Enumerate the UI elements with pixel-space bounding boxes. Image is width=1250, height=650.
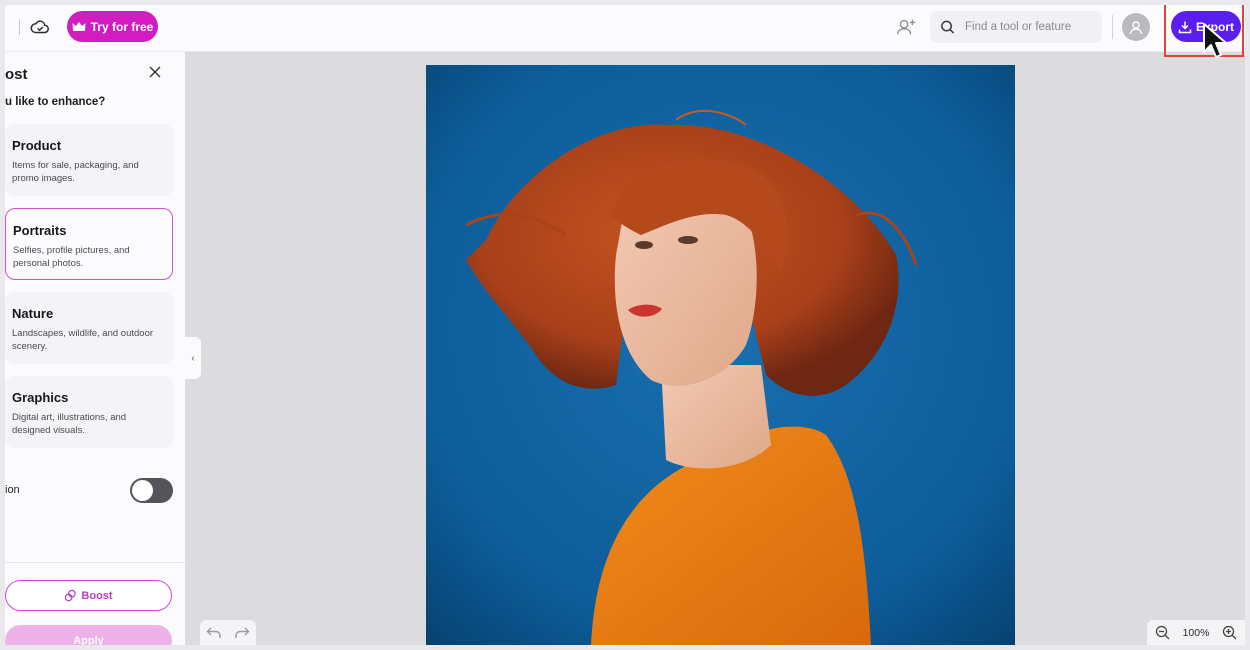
category-title: Nature [12, 306, 54, 321]
crown-icon [72, 21, 86, 31]
zoom-out-icon[interactable] [1155, 625, 1170, 640]
boost-label: Boost [81, 589, 113, 602]
canvas-image[interactable] [426, 65, 1015, 645]
panel-question: u like to enhance? [5, 96, 106, 108]
toggle-knob [132, 480, 153, 501]
category-description: Landscapes, wildlife, and outdoor scener… [12, 328, 154, 352]
search-icon [941, 20, 955, 34]
zoom-level: 100% [1182, 626, 1210, 639]
top-bar: Try for free Export [5, 5, 1245, 57]
category-card-portraits[interactable]: Portraits Selfies, profile pictures, and… [5, 208, 173, 280]
category-card-product[interactable]: Product Items for sale, packaging, and p… [5, 124, 173, 196]
category-card-graphics[interactable]: Graphics Digital art, illustrations, and… [5, 376, 173, 448]
avatar[interactable] [1122, 13, 1150, 41]
boost-panel: ost u like to enhance? Product Items for… [5, 52, 185, 645]
zoom-controls: 100% [1147, 620, 1245, 645]
search-box[interactable] [930, 11, 1102, 43]
boost-icon [65, 589, 77, 602]
add-user-icon[interactable] [895, 16, 917, 38]
category-title: Portraits [13, 223, 67, 238]
toggle-label: ion [5, 484, 20, 496]
zoom-in-icon[interactable] [1222, 625, 1237, 640]
chevron-left-icon: ‹ [191, 352, 195, 364]
try-for-free-button[interactable]: Try for free [67, 11, 158, 42]
category-description: Selfies, profile pictures, and personal … [13, 245, 130, 269]
collapse-panel-button[interactable]: ‹ [185, 337, 201, 379]
panel-divider [5, 562, 185, 563]
portrait-photo [426, 65, 1015, 645]
panel-title: ost [5, 66, 28, 83]
redo-icon[interactable] [234, 627, 250, 639]
undo-redo-bar [200, 620, 256, 645]
app-frame: Try for free Export ost u like to enhanc… [5, 5, 1245, 645]
cloud-check-icon[interactable] [29, 16, 51, 38]
boost-button[interactable]: Boost [5, 580, 172, 611]
undo-icon[interactable] [206, 627, 222, 639]
avatar-icon [1129, 21, 1143, 35]
close-icon[interactable] [148, 65, 162, 79]
option-toggle[interactable] [130, 478, 173, 503]
category-card-nature[interactable]: Nature Landscapes, wildlife, and outdoor… [5, 292, 173, 364]
category-title: Product [12, 138, 62, 153]
apply-button[interactable]: Apply [5, 625, 172, 645]
cursor-icon [1203, 23, 1227, 58]
search-input[interactable] [963, 20, 1102, 34]
toolbar-divider [1112, 15, 1113, 39]
download-icon [1178, 21, 1192, 33]
category-description: Items for sale, packaging, and promo ima… [12, 160, 139, 184]
category-description: Digital art, illustrations, and designed… [12, 412, 127, 436]
toolbar-divider [19, 19, 20, 35]
try-for-free-label: Try for free [90, 19, 154, 34]
category-title: Graphics [12, 390, 69, 405]
apply-label: Apply [73, 634, 104, 646]
